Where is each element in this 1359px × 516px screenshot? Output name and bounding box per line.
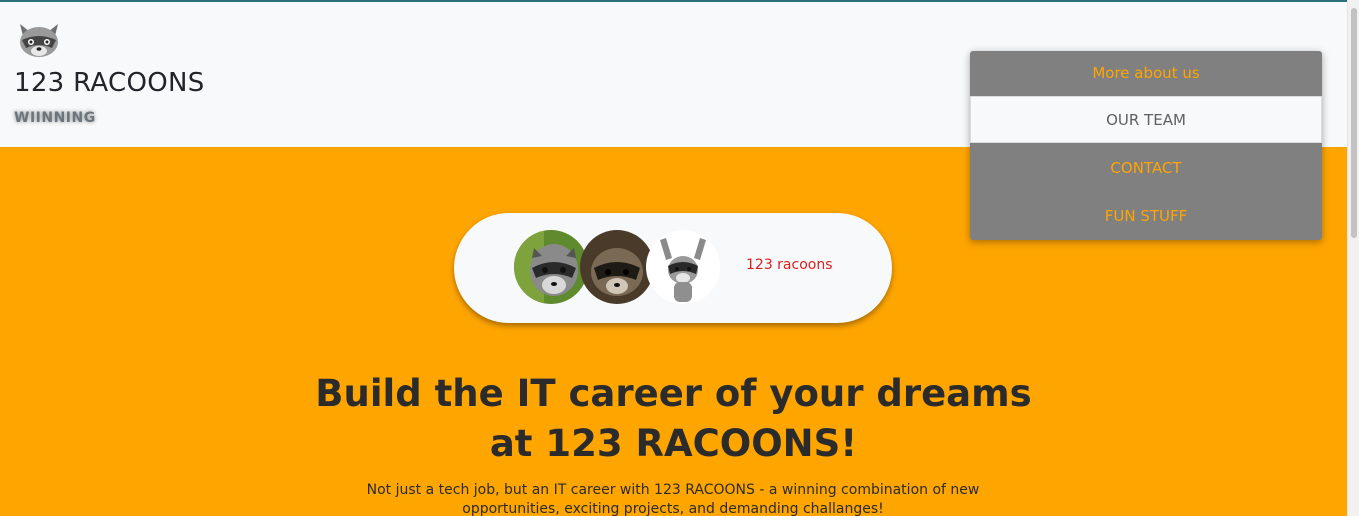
more-about-us-toggle[interactable]: More about us — [970, 51, 1322, 96]
brand-tagline: WIINNING — [14, 110, 96, 126]
subtext-line-1: Not just a tech job, but an IT career wi… — [366, 482, 980, 498]
hero-subtext: Not just a tech job, but an IT career wi… — [350, 481, 996, 516]
pill-label: 123 racoons — [746, 257, 833, 273]
raccoon-photo-avatar — [514, 230, 588, 304]
raccoon-icon[interactable] — [16, 20, 62, 60]
headline-line-1: Build the IT career of your dreams — [315, 372, 1032, 415]
scrollbar-thumb[interactable] — [1351, 8, 1357, 238]
vertical-scrollbar[interactable] — [1347, 0, 1359, 516]
nav-item-our-team[interactable]: OUR TEAM — [970, 96, 1322, 143]
nav-dropdown-menu: More about us OUR TEAM CONTACT FUN STUFF — [970, 51, 1322, 240]
raccoon-photo-avatar — [580, 230, 654, 304]
raccoon-photo-avatar — [646, 230, 720, 304]
hero-headline: Build the IT career of your dreams at 12… — [0, 369, 1347, 469]
team-pill: 123 racoons — [454, 213, 892, 323]
headline-line-2: at 123 RACOONS! — [489, 422, 858, 465]
nav-item-fun-stuff[interactable]: FUN STUFF — [970, 193, 1322, 239]
subtext-line-2: opportunities, exciting projects, and de… — [462, 501, 884, 516]
nav-item-contact[interactable]: CONTACT — [970, 145, 1322, 191]
brand-title[interactable]: 123 RACOONS — [14, 68, 205, 98]
